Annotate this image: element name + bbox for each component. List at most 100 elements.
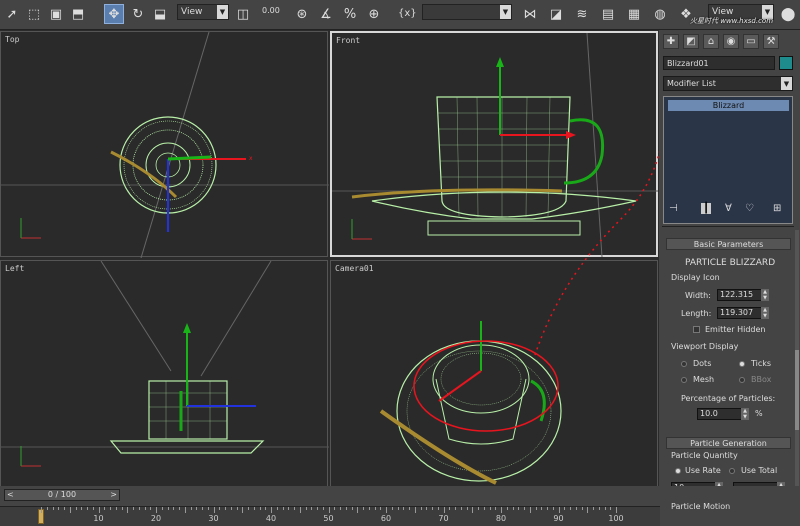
timeline-tick — [472, 507, 474, 513]
timeline-tick — [489, 507, 491, 510]
timeline-tick — [207, 507, 209, 510]
timeline-tick — [455, 507, 456, 510]
chevron-right-icon[interactable]: > — [110, 490, 117, 500]
timeline-tick — [512, 507, 514, 510]
width-spinner[interactable]: 122.315 ▲ ▼ — [717, 289, 769, 301]
timeline-tick — [58, 507, 60, 510]
pin-stack-icon[interactable]: ⊣ — [669, 203, 678, 214]
object-name-field[interactable]: Blizzard01 — [663, 56, 775, 70]
percentage-spinner[interactable]: 10.0 ▲ ▼ — [697, 408, 749, 420]
scrollbar-thumb[interactable] — [795, 350, 799, 430]
timeline-tick — [340, 507, 341, 510]
timeline-tick — [144, 507, 146, 510]
time-slider[interactable]: < 0 / 100 > — [4, 489, 120, 501]
timeline-tick — [420, 507, 422, 510]
timeline-tick — [610, 507, 612, 510]
timeline-tick — [52, 507, 54, 510]
particle-generation-rollout[interactable]: Particle Generation — [666, 437, 791, 449]
timeline-tick — [317, 507, 318, 510]
modify-tab-icon[interactable]: ◩ — [683, 34, 699, 49]
timeline-tick — [282, 507, 284, 510]
timeline-tick — [92, 507, 94, 510]
motion-tab-icon[interactable]: ◉ — [723, 34, 739, 49]
timeline-tick — [41, 507, 42, 513]
panel-scrollbar[interactable] — [795, 230, 799, 495]
timeline-tick — [483, 507, 485, 510]
ticks-label: Ticks — [751, 359, 772, 368]
timeline-tick — [616, 507, 617, 513]
timeline-tick — [506, 507, 508, 510]
timeline-tick — [230, 507, 232, 510]
timeline-tick — [46, 507, 48, 510]
timeline-tick — [196, 507, 198, 510]
percentage-unit: % — [755, 409, 763, 418]
spinner-arrows-icon[interactable]: ▲▼ — [761, 289, 769, 301]
basic-parameters-rollout[interactable]: Basic Parameters — [666, 238, 791, 250]
use-total-radio[interactable] — [729, 468, 735, 474]
dots-radio[interactable] — [681, 361, 687, 367]
mesh-label: Mesh — [693, 375, 715, 384]
particle-quantity-group-label: Particle Quantity — [671, 451, 738, 460]
timeline-tick — [328, 507, 330, 513]
timeline-tick — [460, 507, 462, 510]
mesh-radio[interactable] — [681, 377, 687, 383]
ticks-radio[interactable] — [739, 361, 745, 367]
timeline-tick — [248, 507, 249, 510]
timeline-tick — [593, 507, 594, 510]
timeline-tick-label: 50 — [323, 514, 334, 523]
timeline-tick — [478, 507, 479, 510]
display-tab-icon[interactable]: ▭ — [743, 34, 759, 49]
track-bar[interactable]: 10 20 30 40 50 60 70 80 90 100 — [0, 506, 660, 526]
modifier-list-label: Modifier List — [667, 79, 716, 88]
timeline-tick — [115, 507, 117, 510]
timeline-tick — [432, 507, 433, 510]
emitter-hidden-checkbox[interactable] — [693, 326, 700, 333]
make-unique-icon[interactable]: ∀ — [725, 203, 732, 214]
timeline-tick — [127, 507, 129, 513]
use-rate-label: Use Rate — [685, 466, 721, 475]
timeline-tick — [133, 507, 134, 510]
timeline-tick — [184, 507, 186, 513]
bbox-radio[interactable] — [739, 377, 745, 383]
width-value: 122.315 — [720, 290, 754, 299]
timeline-tick — [179, 507, 180, 510]
timeline-tick — [558, 507, 560, 513]
particle-type-title: PARTICLE BLIZZARD — [685, 258, 776, 268]
length-spinner[interactable]: 119.307 ▲ ▼ — [717, 307, 769, 319]
timeline-tick — [368, 507, 370, 510]
spinner-arrows-icon[interactable]: ▲▼ — [741, 408, 749, 420]
timeline-tick — [357, 507, 359, 513]
timeline-tick — [64, 507, 65, 510]
percentage-label: Percentage of Particles: — [681, 394, 776, 403]
timeline-tick — [213, 507, 215, 513]
percentage-value: 10.0 — [700, 409, 718, 418]
timeline-tick — [598, 507, 600, 510]
modifier-list-dropdown[interactable]: Modifier List ▼ — [663, 76, 793, 91]
stack-item-blizzard[interactable]: Blizzard — [668, 100, 789, 111]
timeline-tick — [380, 507, 382, 510]
use-total-label: Use Total — [741, 466, 778, 475]
chevron-left-icon[interactable]: < — [7, 490, 14, 500]
object-color-swatch[interactable] — [779, 56, 793, 70]
timeline-tick — [311, 507, 313, 510]
timeline-tick — [351, 507, 353, 510]
width-label: Width: — [685, 291, 711, 300]
create-tab-icon[interactable]: ✚ — [663, 34, 679, 49]
configure-modifier-sets-icon[interactable]: ⊞ — [773, 203, 781, 214]
timeline-tick — [81, 507, 83, 510]
timeline-tick — [552, 507, 554, 510]
timeline-tick-label: 70 — [438, 514, 449, 523]
use-rate-radio[interactable] — [675, 468, 681, 474]
spinner-arrows-icon[interactable]: ▲▼ — [761, 307, 769, 319]
timeline-tick — [104, 507, 106, 510]
divider — [662, 226, 794, 227]
timeline-tick — [69, 507, 71, 513]
show-end-result-icon[interactable]: ┃ — [701, 203, 712, 214]
hierarchy-tab-icon[interactable]: ⌂ — [703, 34, 719, 49]
remove-modifier-icon[interactable]: ♡ — [745, 203, 754, 214]
stack-toolbar: ⊣ ┃ ∀ ♡ ⊞ — [663, 200, 793, 220]
length-label: Length: — [681, 309, 712, 318]
utilities-tab-icon[interactable]: ⚒ — [763, 34, 779, 49]
timeline-tick — [529, 507, 531, 513]
timeline-tick — [414, 507, 416, 513]
